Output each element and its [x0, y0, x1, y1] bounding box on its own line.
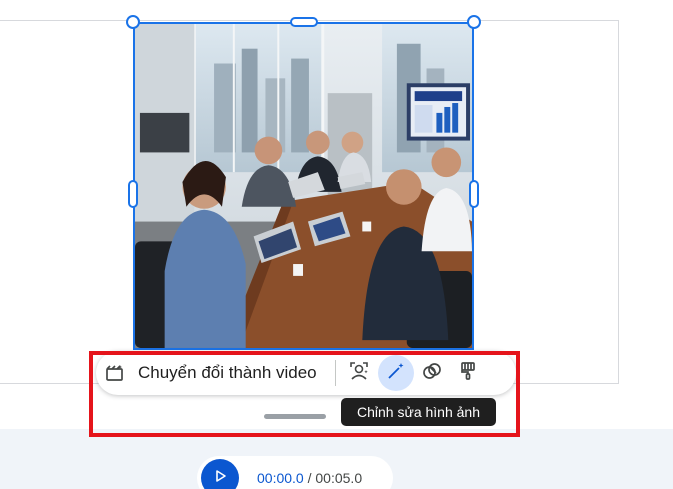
drag-handle[interactable] — [264, 414, 326, 419]
resize-handle-top[interactable] — [290, 17, 318, 27]
playback-control: 00:00.0 / 00:05.0 — [197, 456, 393, 489]
magic-wand-icon — [385, 360, 407, 387]
ai-portrait-icon — [349, 360, 371, 387]
convert-to-video-button[interactable]: Chuyển đổi thành video — [96, 351, 317, 395]
edit-image-button[interactable] — [377, 355, 414, 391]
convert-to-video-label: Chuyển đổi thành video — [138, 363, 317, 382]
style-button[interactable] — [450, 355, 486, 391]
meeting-photo — [135, 24, 472, 348]
resize-handle-top-right[interactable] — [467, 15, 481, 29]
play-button[interactable] — [201, 459, 239, 489]
resize-handle-top-left[interactable] — [126, 15, 140, 29]
playback-time: 00:00.0 / 00:05.0 — [257, 470, 362, 486]
time-separator: / — [303, 470, 316, 486]
image-toolbar: Chuyển đổi thành video — [96, 351, 516, 395]
video-convert-icon — [104, 362, 126, 384]
resize-handle-left[interactable] — [128, 180, 138, 208]
toolbar-divider — [334, 360, 336, 386]
play-icon — [213, 469, 227, 488]
edit-image-tooltip: Chỉnh sửa hình ảnh — [341, 398, 496, 426]
total-time: 00:05.0 — [315, 470, 363, 486]
overlapping-circles-icon — [421, 360, 443, 387]
selected-image[interactable] — [133, 22, 474, 350]
ai-portrait-button[interactable] — [342, 355, 378, 391]
blend-button[interactable] — [414, 355, 450, 391]
current-time: 00:00.0 — [257, 470, 304, 486]
paint-brush-icon — [457, 360, 479, 387]
resize-handle-right[interactable] — [469, 180, 479, 208]
